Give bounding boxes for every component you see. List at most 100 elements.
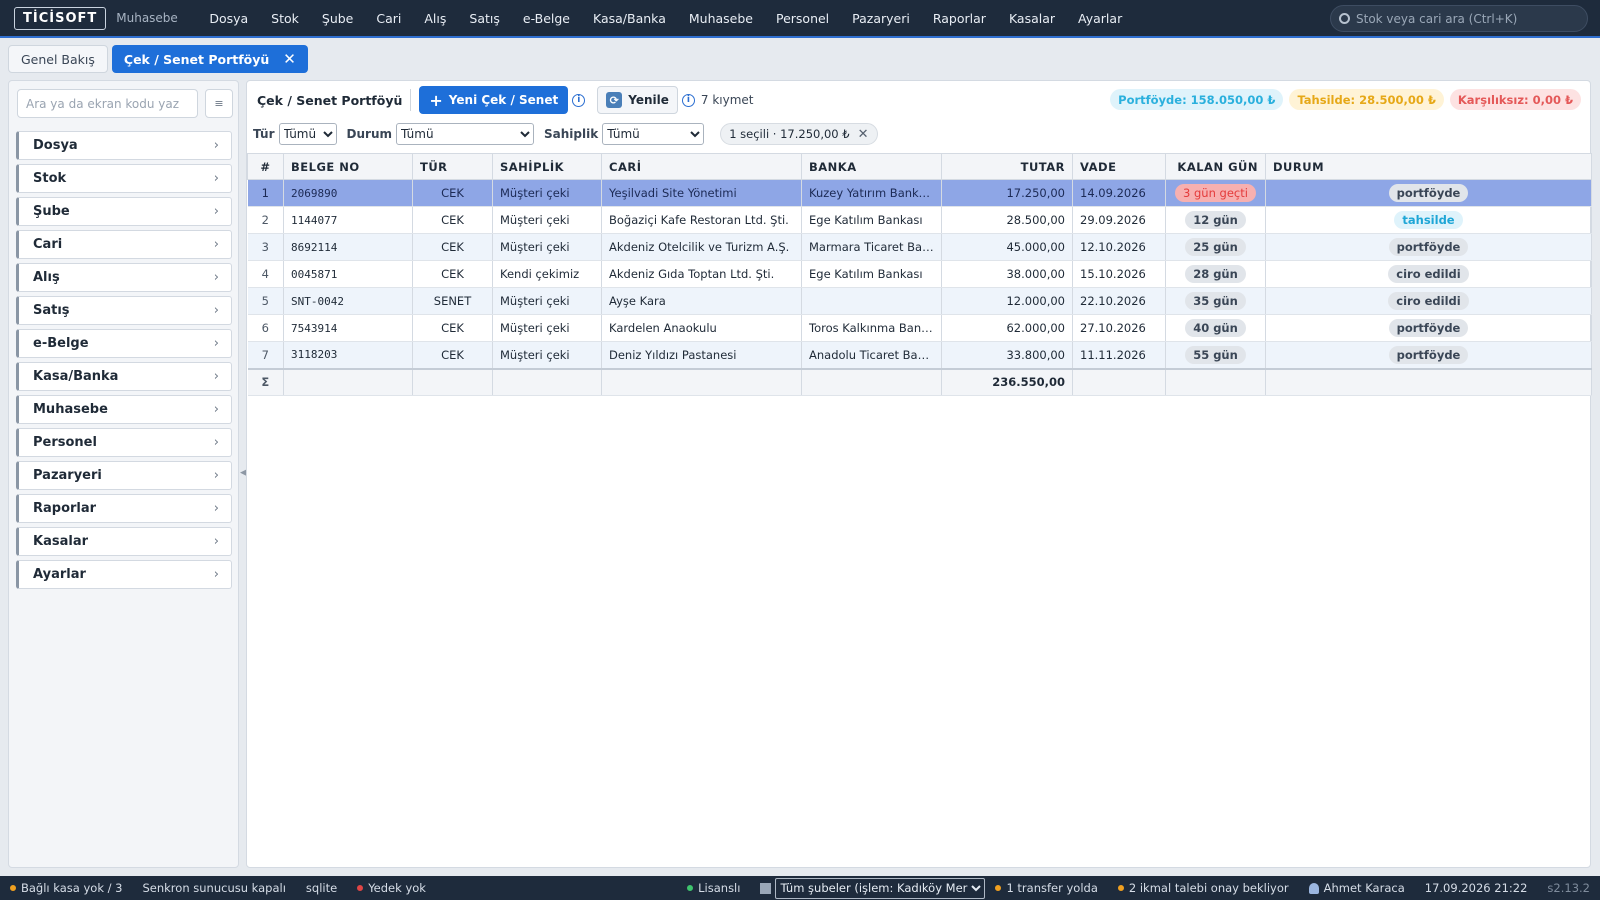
- sidebar-item-alis[interactable]: Alış ›: [16, 263, 232, 292]
- sidebar-item-dosya[interactable]: Dosya ›: [16, 131, 232, 160]
- menu-raporlar[interactable]: Raporlar: [921, 11, 997, 26]
- info-icon[interactable]: i: [681, 93, 695, 107]
- sidebar-menu: Dosya › Stok › Şube › Cari › Alış › Satış › e-…: [16, 131, 232, 593]
- cell-vade: 11.11.2026: [1072, 341, 1166, 369]
- tab-cek-senet-portfoyu[interactable]: Çek / Senet Portföyü ✕: [111, 45, 308, 73]
- sidebar-item-label: Personel: [33, 435, 97, 450]
- user-icon: [1308, 882, 1319, 894]
- table-row[interactable]: 1 2069890 CEK Müşteri çeki Yeşilvadi Sit…: [247, 179, 1592, 207]
- menu-personel[interactable]: Personel: [764, 11, 840, 26]
- cell-banka: Marmara Ticaret Bank...: [801, 233, 942, 261]
- table-row[interactable]: 2 1144077 CEK Müşteri çeki Boğaziçi Kafe…: [247, 206, 1592, 234]
- chevron-right-icon: ›: [213, 237, 219, 252]
- menu-alis[interactable]: Alış: [413, 11, 458, 26]
- sidebar-item-personel[interactable]: Personel ›: [16, 428, 232, 457]
- cell-tur: CEK: [412, 179, 493, 207]
- col-header-kalan-gun[interactable]: KALAN GÜN: [1165, 153, 1266, 180]
- tahsilde-badge: Tahsilde: 28.500,00 ₺: [1289, 89, 1444, 110]
- sidebar-item-pazaryeri[interactable]: Pazaryeri ›: [16, 461, 232, 490]
- status-version: s2.13.2: [1547, 881, 1590, 895]
- durum-filter-select[interactable]: Tümü: [395, 123, 534, 145]
- toolbar-divider: [410, 89, 412, 111]
- status-badge: portföyde: [1388, 345, 1469, 364]
- cell-banka: Ege Katılım Bankası: [801, 206, 942, 234]
- menu-dosya[interactable]: Dosya: [198, 11, 260, 26]
- status-user[interactable]: Ahmet Karaca: [1299, 881, 1415, 895]
- chevron-right-icon: ›: [213, 501, 219, 516]
- cell-durum: portföyde: [1265, 233, 1592, 261]
- sidebar-search-input[interactable]: [17, 89, 198, 118]
- sidebar-item-kasalar[interactable]: Kasalar ›: [16, 527, 232, 556]
- refresh-button[interactable]: ⟳ Yenile: [597, 86, 678, 114]
- status-transfer-label: 1 transfer yolda: [1006, 881, 1098, 895]
- status-badge: portföyde: [1388, 319, 1469, 337]
- col-header-belge-no[interactable]: BELGE NO: [283, 153, 413, 180]
- status-badge: ciro edildi: [1388, 265, 1469, 283]
- status-ikmal[interactable]: 2 ikmal talebi onay bekliyor: [1108, 881, 1299, 895]
- warning-dot-icon: [1117, 885, 1124, 891]
- menu-ayarlar[interactable]: Ayarlar: [1067, 11, 1134, 26]
- cell-banka: Anadolu Ticaret Bankası: [801, 341, 942, 369]
- sidebar-item-satis[interactable]: Satış ›: [16, 296, 232, 325]
- cell-banka: Ege Katılım Bankası: [801, 260, 942, 288]
- menu-stok[interactable]: Stok: [260, 11, 311, 26]
- menu-ebelge[interactable]: e-Belge: [511, 11, 581, 26]
- col-header-durum[interactable]: DURUM: [1265, 153, 1592, 180]
- cell-index: 6: [247, 314, 284, 342]
- menu-pazaryeri[interactable]: Pazaryeri: [841, 11, 922, 26]
- sidebar-item-raporlar[interactable]: Raporlar ›: [16, 494, 232, 523]
- new-check-button[interactable]: + Yeni Çek / Senet: [419, 86, 569, 114]
- cell-index: 3: [247, 233, 284, 261]
- sidebar-item-ayarlar[interactable]: Ayarlar ›: [16, 560, 232, 589]
- tab-genel-bakis[interactable]: Genel Bakış: [8, 45, 108, 73]
- col-header-tur[interactable]: TÜR: [412, 153, 493, 180]
- sidebar-item-muhasebe[interactable]: Muhasebe ›: [16, 395, 232, 424]
- sahiplik-filter-select[interactable]: Tümü: [602, 123, 705, 145]
- branch-select[interactable]: Tüm şubeler (işlem: Kadıköy Merkez): [775, 877, 986, 899]
- col-header-sahiplik[interactable]: SAHİPLİK: [492, 153, 602, 180]
- close-icon[interactable]: ✕: [858, 127, 869, 142]
- col-header-banka[interactable]: BANKA: [801, 153, 942, 180]
- cell-index: 5: [247, 287, 284, 315]
- global-search[interactable]: [1330, 5, 1588, 32]
- karsiliksiz-badge: Karşılıksız: 0,00 ₺: [1449, 89, 1581, 110]
- cell-kalan-gun: 35 gün: [1165, 287, 1266, 315]
- menu-kasalar[interactable]: Kasalar: [997, 11, 1066, 26]
- status-kasa: Bağlı kasa yok / 3: [0, 881, 132, 895]
- days-left-badge: 40 gün: [1185, 319, 1246, 337]
- table-row[interactable]: 5 SNT-0042 SENET Müşteri çeki Ayşe Kara …: [247, 287, 1592, 315]
- table-row[interactable]: 4 0045871 CEK Kendi çekimiz Akdeniz Gıda…: [247, 260, 1592, 288]
- close-icon[interactable]: ✕: [283, 50, 296, 68]
- menu-muhasebe[interactable]: Muhasebe: [677, 11, 764, 26]
- table-row[interactable]: 6 7543914 CEK Müşteri çeki Kardelen Anao…: [247, 314, 1592, 342]
- sidebar-item-cari[interactable]: Cari ›: [16, 230, 232, 259]
- portfoyde-badge: Portföyde: 158.050,00 ₺: [1110, 89, 1284, 110]
- sidebar-menu-toggle-button[interactable]: ≡: [205, 89, 233, 118]
- app-logo[interactable]: TİCİSOFT: [14, 6, 107, 30]
- ok-dot-icon: [687, 885, 694, 891]
- chevron-right-icon: ›: [213, 303, 219, 318]
- status-lisans: Lisanslı: [677, 881, 750, 895]
- menu-cari[interactable]: Cari: [365, 11, 413, 26]
- menu-satis[interactable]: Satış: [458, 11, 511, 26]
- sidebar-item-kasa-banka[interactable]: Kasa/Banka ›: [16, 362, 232, 391]
- menu-sube[interactable]: Şube: [310, 11, 364, 26]
- table-row[interactable]: 7 3118203 CEK Müşteri çeki Deniz Yıldızı…: [247, 341, 1592, 369]
- cell-belge-no: 2069890: [283, 179, 413, 207]
- sidebar-item-ebelge[interactable]: e-Belge ›: [16, 329, 232, 358]
- col-header-tutar[interactable]: TUTAR: [941, 153, 1073, 180]
- status-transfer[interactable]: 1 transfer yolda: [985, 881, 1107, 895]
- info-icon[interactable]: i: [572, 93, 586, 107]
- col-header-index[interactable]: #: [247, 153, 284, 180]
- sidebar-item-stok[interactable]: Stok ›: [16, 164, 232, 193]
- cell-sahiplik: Müşteri çeki: [492, 206, 602, 234]
- sidebar-item-label: Alış: [33, 270, 60, 285]
- col-header-vade[interactable]: VADE: [1072, 153, 1166, 180]
- status-badge: ciro edildi: [1388, 292, 1469, 310]
- col-header-cari[interactable]: CARİ: [601, 153, 802, 180]
- sidebar-item-sube[interactable]: Şube ›: [16, 197, 232, 226]
- tur-filter-select[interactable]: Tümü: [278, 123, 337, 145]
- menu-kasa-banka[interactable]: Kasa/Banka: [582, 11, 678, 26]
- global-search-input[interactable]: [1356, 11, 1576, 26]
- table-row[interactable]: 3 8692114 CEK Müşteri çeki Akdeniz Otelc…: [247, 233, 1592, 261]
